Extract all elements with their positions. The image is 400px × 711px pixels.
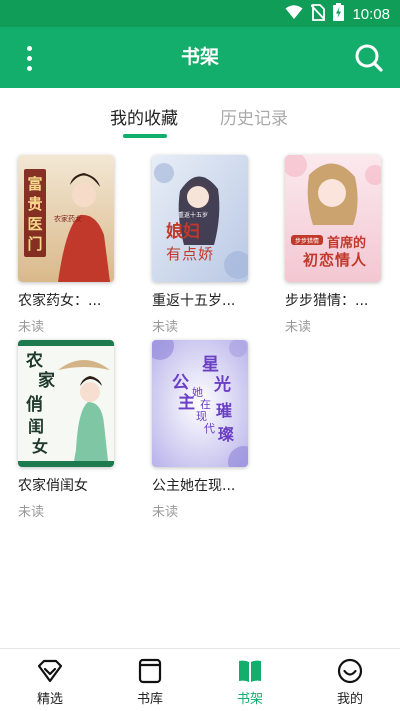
- book-cover[interactable]: 农 家 俏 闺 女: [18, 340, 114, 467]
- svg-text:人: 人: [351, 251, 367, 269]
- nav-item-profile[interactable]: 我的: [300, 649, 400, 711]
- svg-text:俏: 俏: [26, 394, 43, 415]
- nav-item-bookshelf[interactable]: 书架: [200, 649, 300, 711]
- svg-text:璀: 璀: [216, 401, 232, 420]
- status-bar: 10:08: [0, 0, 400, 27]
- app-bar: 书架: [0, 27, 400, 88]
- svg-text:点: 点: [182, 245, 197, 263]
- book-item[interactable]: 公 主 她 在 现 代 星 光 璀 璨 公主她在现... 未读: [152, 340, 272, 520]
- search-icon[interactable]: [352, 41, 386, 75]
- book-cover[interactable]: 公 主 她 在 现 代 星 光 璀 璨: [152, 340, 248, 467]
- svg-text:星: 星: [202, 355, 219, 375]
- no-sim-icon: [310, 3, 327, 25]
- wifi-icon: [285, 4, 303, 24]
- nav-item-library[interactable]: 书库: [100, 649, 200, 711]
- svg-text:娘: 娘: [166, 221, 183, 242]
- svg-text:农: 农: [25, 350, 43, 371]
- bottom-nav: 精选 书库 书架 我的: [0, 648, 400, 711]
- svg-text:门: 门: [27, 235, 42, 253]
- svg-text:贵: 贵: [27, 195, 42, 213]
- book-title: 重返十五岁...: [152, 293, 236, 309]
- book-icon: [137, 658, 163, 684]
- book-title: 农家俏闺女: [18, 478, 88, 494]
- book-cover[interactable]: 富 贵 医 门 农家药女: [18, 155, 114, 282]
- svg-text:家: 家: [38, 370, 55, 391]
- svg-text:她: 她: [192, 385, 203, 399]
- book-item[interactable]: 首 席 的 初 恋 情 人 步步猎情 步步猎情：... 未读: [285, 155, 400, 335]
- svg-text:医: 医: [27, 215, 42, 233]
- book-read-status: 未读: [152, 320, 179, 335]
- smile-icon: [337, 658, 363, 684]
- svg-text:农家药女: 农家药女: [54, 214, 82, 223]
- svg-text:妇: 妇: [182, 221, 200, 242]
- svg-text:娇: 娇: [198, 245, 213, 263]
- nav-label: 精选: [36, 692, 63, 707]
- diamond-icon: [37, 658, 63, 684]
- svg-text:首: 首: [327, 235, 340, 251]
- svg-text:步步猎情: 步步猎情: [295, 237, 319, 245]
- svg-text:公: 公: [172, 373, 189, 393]
- status-time: 10:08: [352, 5, 390, 23]
- book-item[interactable]: 富 贵 医 门 农家药女 农家药女：... 未读: [18, 155, 138, 335]
- svg-text:代: 代: [204, 422, 215, 435]
- svg-text:富: 富: [27, 175, 42, 193]
- svg-text:闺: 闺: [28, 417, 44, 436]
- svg-text:情: 情: [335, 251, 350, 269]
- nav-label: 我的: [336, 692, 363, 707]
- book-title: 公主她在现...: [152, 478, 236, 494]
- book-read-status: 未读: [18, 320, 45, 335]
- svg-text:重返十五岁: 重返十五岁: [178, 211, 208, 219]
- status-icons: 10:08: [285, 3, 390, 25]
- svg-text:席: 席: [340, 235, 353, 251]
- svg-text:璨: 璨: [218, 425, 235, 444]
- svg-text:有: 有: [166, 245, 181, 263]
- svg-text:初: 初: [303, 251, 318, 269]
- book-read-status: 未读: [285, 320, 312, 335]
- book-title: 步步猎情：...: [285, 293, 369, 309]
- book-item[interactable]: 娘 妇 有 点 娇 重返十五岁 重返十五岁... 未读: [152, 155, 272, 335]
- tab-bar: 我的收藏 历史记录: [0, 88, 400, 140]
- nav-label: 书库: [136, 692, 163, 707]
- svg-text:女: 女: [32, 437, 48, 456]
- nav-item-featured[interactable]: 精选: [0, 649, 100, 711]
- bookshelf-icon: [237, 658, 263, 684]
- page-title: 书架: [180, 46, 219, 68]
- book-cover[interactable]: 首 席 的 初 恋 情 人 步步猎情: [285, 155, 381, 282]
- svg-text:恋: 恋: [319, 251, 334, 269]
- tab-indicator: [123, 134, 167, 138]
- svg-text:光: 光: [213, 374, 231, 395]
- book-cover[interactable]: 娘 妇 有 点 娇 重返十五岁: [152, 155, 248, 282]
- book-read-status: 未读: [152, 505, 179, 520]
- tab-history[interactable]: 历史记录: [220, 104, 288, 129]
- tab-favorites[interactable]: 我的收藏: [110, 104, 178, 129]
- svg-text:的: 的: [353, 235, 366, 251]
- nav-label: 书架: [236, 692, 263, 707]
- battery-charging-icon: [333, 3, 345, 25]
- book-read-status: 未读: [18, 505, 45, 520]
- book-item[interactable]: 农 家 俏 闺 女 农家俏闺女 未读: [18, 340, 138, 520]
- book-title: 农家药女：...: [18, 293, 102, 309]
